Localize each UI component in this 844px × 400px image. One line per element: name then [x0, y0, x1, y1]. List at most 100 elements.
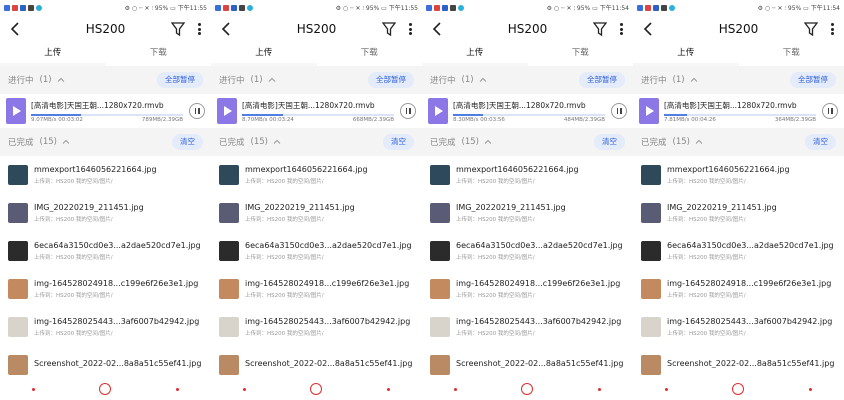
- back-arrow-icon[interactable]: [6, 20, 24, 38]
- item-info: mmexport1646056221664.jpg 上传到：HS200 我的空间…: [667, 165, 836, 185]
- upload-task[interactable]: [高清电影]天国王朝...1280x720.rmvb 8.30MB/s 00:0…: [422, 94, 633, 128]
- chevron-up-icon[interactable]: [273, 138, 281, 146]
- list-item[interactable]: img-164528025443...3af6007b42942.jpg 上传到…: [422, 308, 633, 346]
- more-vertical-icon[interactable]: [406, 21, 414, 37]
- tab-bar: 上传 下载: [0, 43, 211, 66]
- back-nav-icon[interactable]: [597, 387, 601, 391]
- image-thumbnail: [8, 203, 28, 223]
- back-nav-icon[interactable]: [386, 387, 390, 391]
- back-arrow-icon[interactable]: [639, 20, 657, 38]
- list-item[interactable]: IMG_20220219_211451.jpg 上传到：HS200 我的空间/图…: [422, 194, 633, 232]
- chevron-up-icon[interactable]: [690, 76, 698, 84]
- pause-all-button[interactable]: 全部暂停: [157, 72, 203, 88]
- clear-button[interactable]: 清空: [172, 134, 203, 150]
- list-item[interactable]: IMG_20220219_211451.jpg 上传到：HS200 我的空间/图…: [211, 194, 422, 232]
- item-info: Screenshot_2022-02...8a8a51c55ef41.jpg: [245, 359, 414, 371]
- tab-upload[interactable]: 上传: [0, 43, 106, 66]
- upload-speed-time: 9.07MB/s 00:03:02: [31, 116, 83, 123]
- pause-all-button[interactable]: 全部暂停: [368, 72, 414, 88]
- app-notification-icon: [458, 4, 464, 11]
- chevron-up-icon[interactable]: [268, 76, 276, 84]
- clear-button[interactable]: 清空: [383, 134, 414, 150]
- section-label: 已完成: [219, 138, 245, 148]
- tab-upload[interactable]: 上传: [211, 43, 317, 66]
- more-vertical-icon[interactable]: [617, 21, 625, 37]
- list-item[interactable]: mmexport1646056221664.jpg 上传到：HS200 我的空间…: [633, 156, 844, 194]
- chevron-up-icon[interactable]: [62, 138, 70, 146]
- completed-header: 已完成 (15) 清空: [0, 128, 211, 156]
- list-item[interactable]: img-164528024918...c199e6f26e3e1.jpg 上传到…: [211, 270, 422, 308]
- list-item[interactable]: 6eca64a3150cd0e3...a2dae520cd7e1.jpg 上传到…: [422, 232, 633, 270]
- video-file-icon: [428, 98, 448, 124]
- tab-upload[interactable]: 上传: [633, 43, 739, 66]
- completed-list: mmexport1646056221664.jpg 上传到：HS200 我的空间…: [422, 156, 633, 384]
- file-name: mmexport1646056221664.jpg: [456, 165, 579, 174]
- home-nav-icon[interactable]: [99, 383, 112, 395]
- list-item[interactable]: img-164528025443...3af6007b42942.jpg 上传到…: [633, 308, 844, 346]
- menu-nav-icon[interactable]: [32, 387, 36, 391]
- upload-task[interactable]: [高清电影]天国王朝...1280x720.rmvb 7.81MB/s 00:0…: [633, 94, 844, 128]
- tab-download[interactable]: 下载: [739, 43, 844, 66]
- list-item[interactable]: img-164528024918...c199e6f26e3e1.jpg 上传到…: [0, 270, 211, 308]
- chevron-up-icon[interactable]: [479, 76, 487, 84]
- menu-nav-icon[interactable]: [665, 387, 669, 391]
- back-arrow-icon[interactable]: [217, 20, 235, 38]
- upload-destination: 上传到：HS200 我的空间/图片/: [245, 293, 324, 299]
- tab-download[interactable]: 下载: [317, 43, 423, 66]
- home-nav-icon[interactable]: [521, 383, 534, 395]
- upload-destination: 上传到：HS200 我的空间/图片/: [456, 217, 535, 223]
- more-vertical-icon[interactable]: [828, 21, 836, 37]
- app-notification-icon: [4, 4, 10, 11]
- list-item[interactable]: img-164528025443...3af6007b42942.jpg 上传到…: [0, 308, 211, 346]
- pause-icon[interactable]: [189, 103, 205, 119]
- home-nav-icon[interactable]: [310, 383, 323, 395]
- app-notification-icon: [661, 4, 667, 11]
- list-item[interactable]: 6eca64a3150cd0e3...a2dae520cd7e1.jpg 上传到…: [211, 232, 422, 270]
- filter-icon[interactable]: [803, 21, 819, 37]
- list-item[interactable]: img-164528024918...c199e6f26e3e1.jpg 上传到…: [422, 270, 633, 308]
- pause-icon[interactable]: [400, 103, 416, 119]
- item-info: img-164528025443...3af6007b42942.jpg 上传到…: [34, 317, 203, 337]
- image-thumbnail: [641, 165, 661, 185]
- list-item[interactable]: img-164528024918...c199e6f26e3e1.jpg 上传到…: [633, 270, 844, 308]
- upload-task[interactable]: [高清电影]天国王朝...1280x720.rmvb 8.70MB/s 00:0…: [211, 94, 422, 128]
- filter-icon[interactable]: [381, 21, 397, 37]
- pause-all-button[interactable]: 全部暂停: [790, 72, 836, 88]
- back-arrow-icon[interactable]: [428, 20, 446, 38]
- pause-all-button[interactable]: 全部暂停: [579, 72, 625, 88]
- list-item[interactable]: 6eca64a3150cd0e3...a2dae520cd7e1.jpg 上传到…: [0, 232, 211, 270]
- home-nav-icon[interactable]: [732, 383, 745, 395]
- list-item[interactable]: img-164528025443...3af6007b42942.jpg 上传到…: [211, 308, 422, 346]
- tab-upload[interactable]: 上传: [422, 43, 528, 66]
- pause-icon[interactable]: [611, 103, 627, 119]
- more-vertical-icon[interactable]: [195, 21, 203, 37]
- clear-button[interactable]: 清空: [594, 134, 625, 150]
- tab-download[interactable]: 下载: [106, 43, 212, 66]
- image-thumbnail: [430, 279, 450, 299]
- status-bar: ⚙ ○ ┄ ✕ ⫶ 95% ▭ 下午11:55: [211, 0, 422, 15]
- filter-icon[interactable]: [592, 21, 608, 37]
- clear-button[interactable]: 清空: [805, 134, 836, 150]
- chevron-up-icon[interactable]: [484, 138, 492, 146]
- chevron-up-icon[interactable]: [57, 76, 65, 84]
- phone-screen: ⚙ ○ ┄ ✕ ⫶ 95% ▭ 下午11:55 HS200 上传 下载 进行中 …: [0, 0, 211, 400]
- chevron-up-icon[interactable]: [695, 138, 703, 146]
- list-item[interactable]: mmexport1646056221664.jpg 上传到：HS200 我的空间…: [422, 156, 633, 194]
- list-item[interactable]: mmexport1646056221664.jpg 上传到：HS200 我的空间…: [0, 156, 211, 194]
- list-item[interactable]: mmexport1646056221664.jpg 上传到：HS200 我的空间…: [211, 156, 422, 194]
- list-item[interactable]: 6eca64a3150cd0e3...a2dae520cd7e1.jpg 上传到…: [633, 232, 844, 270]
- back-nav-icon[interactable]: [175, 387, 179, 391]
- list-item[interactable]: IMG_20220219_211451.jpg 上传到：HS200 我的空间/图…: [633, 194, 844, 232]
- menu-nav-icon[interactable]: [243, 387, 247, 391]
- video-file-icon: [639, 98, 659, 124]
- pause-icon[interactable]: [822, 103, 838, 119]
- filter-icon[interactable]: [170, 21, 186, 37]
- tab-download[interactable]: 下载: [528, 43, 634, 66]
- upload-info: [高清电影]天国王朝...1280x720.rmvb 8.30MB/s 00:0…: [453, 100, 605, 123]
- upload-task[interactable]: [高清电影]天国王朝...1280x720.rmvb 9.07MB/s 00:0…: [0, 94, 211, 128]
- title-bar: HS200: [633, 15, 844, 43]
- back-nav-icon[interactable]: [808, 387, 812, 391]
- list-item[interactable]: IMG_20220219_211451.jpg 上传到：HS200 我的空间/图…: [0, 194, 211, 232]
- file-name: 6eca64a3150cd0e3...a2dae520cd7e1.jpg: [456, 241, 623, 250]
- menu-nav-icon[interactable]: [454, 387, 458, 391]
